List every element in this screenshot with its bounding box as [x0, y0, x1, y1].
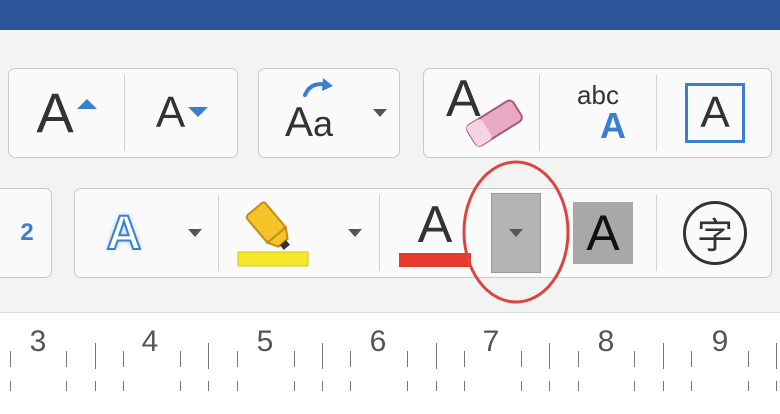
enclose-characters-button[interactable]: 字: [657, 189, 773, 277]
ruler-tick: [577, 351, 579, 367]
ruler-tick: [748, 381, 749, 391]
ruler-tick: [435, 343, 437, 369]
ruler-tick: [208, 381, 210, 391]
change-case-button[interactable]: Aa: [259, 69, 359, 157]
ruler-tick: [123, 351, 125, 367]
ruler-tick: [549, 381, 551, 391]
ruler-tick: [464, 351, 465, 367]
ruler-tick: [293, 351, 295, 367]
shrink-font-button[interactable]: A: [125, 69, 239, 157]
ruler-tick: [634, 381, 636, 391]
text-effects-dropdown[interactable]: [173, 189, 217, 277]
grow-font-button[interactable]: A: [9, 69, 124, 157]
triangle-up-icon: [76, 99, 97, 109]
ruler-tick: [94, 343, 96, 369]
highlight-button[interactable]: [219, 189, 329, 277]
ruler-tick: [662, 343, 664, 369]
ruler-tick: [776, 343, 778, 369]
character-border-icon: A: [685, 83, 745, 143]
text-effects-icon: A: [106, 206, 143, 261]
ruler-number: 9: [711, 325, 729, 358]
ribbon-font-group: A A Aa A abc A A 2 A A A 字: [0, 30, 780, 312]
ruler-tick: [66, 381, 68, 391]
ruler-tick: [180, 381, 181, 391]
ruler-tick: [520, 351, 522, 367]
ruler-number: 8: [597, 325, 615, 358]
horizontal-ruler: 3 4 5 6 7 8 9: [0, 312, 780, 414]
ruler-tick: [322, 381, 323, 391]
enclose-characters-icon: 字: [683, 201, 747, 265]
ruler-tick: [350, 381, 352, 391]
formatting-group: A abc A A: [423, 68, 772, 158]
ruler-tick: [208, 343, 210, 369]
shrink-font-icon: A: [155, 88, 186, 137]
ruler-tick: [520, 381, 522, 391]
refresh-arrow-icon: [303, 78, 333, 97]
font-effects-group: A A A 字: [74, 188, 772, 278]
ruler-tick: [748, 351, 749, 367]
chevron-down-icon: [188, 229, 202, 237]
ruler-tick: [577, 381, 579, 391]
ruler-tick: [350, 351, 352, 367]
ruler-tick: [634, 351, 636, 367]
ruler-tick: [691, 351, 693, 367]
ruler-tick: [776, 381, 778, 391]
ruler-tick: [407, 381, 409, 391]
character-shading-icon: A: [573, 202, 633, 264]
ruler-number: 3: [29, 325, 47, 358]
highlighter-icon: [237, 201, 309, 267]
phonetic-guide-button[interactable]: abc A: [540, 69, 656, 157]
ruler-tick: [322, 343, 323, 369]
ruler-tick: [66, 351, 68, 367]
eraser-icon: [466, 99, 523, 147]
grow-font-icon: A: [36, 81, 74, 144]
change-case-dropdown[interactable]: [359, 69, 401, 157]
ruler-tick: [94, 381, 96, 391]
text-effects-button[interactable]: A: [75, 189, 173, 277]
annotation-circle: [462, 160, 570, 304]
chevron-down-icon: [348, 229, 362, 237]
ruler-tick: [435, 381, 437, 391]
ruler-tick: [236, 381, 238, 391]
ruler-tick: [236, 351, 238, 367]
ruler-tick: [9, 381, 11, 391]
ruler-number: 7: [482, 325, 500, 358]
highlight-dropdown[interactable]: [331, 189, 379, 277]
phonetic-guide-icon: A: [600, 105, 626, 146]
paragraph-group-partial: 2: [0, 188, 52, 278]
ruler-tick: [407, 351, 409, 367]
chevron-down-icon: [373, 109, 387, 117]
ruler-number: 6: [369, 325, 387, 358]
ruler-tick: [180, 351, 181, 367]
numbering-icon: 2: [20, 219, 34, 246]
ruler-number: 4: [141, 325, 159, 358]
clear-formatting-button[interactable]: A: [424, 69, 539, 157]
title-bar: [0, 0, 780, 30]
numbering-button[interactable]: 2: [1, 189, 53, 277]
ruler-tick: [9, 351, 11, 367]
ruler-tick: [691, 381, 693, 391]
character-border-button[interactable]: A: [657, 69, 773, 157]
font-size-group: A A: [8, 68, 238, 158]
ruler-number: 5: [256, 325, 274, 358]
change-case-icon: Aa: [284, 98, 334, 145]
font-color-icon: A: [417, 196, 453, 254]
ruler-tick: [464, 381, 465, 391]
change-case-group: Aa: [258, 68, 400, 158]
ruler-tick: [123, 381, 125, 391]
triangle-down-icon: [188, 107, 209, 117]
ruler-tick: [662, 381, 664, 391]
ruler-tick: [549, 343, 551, 369]
ruler-tick: [293, 381, 295, 391]
